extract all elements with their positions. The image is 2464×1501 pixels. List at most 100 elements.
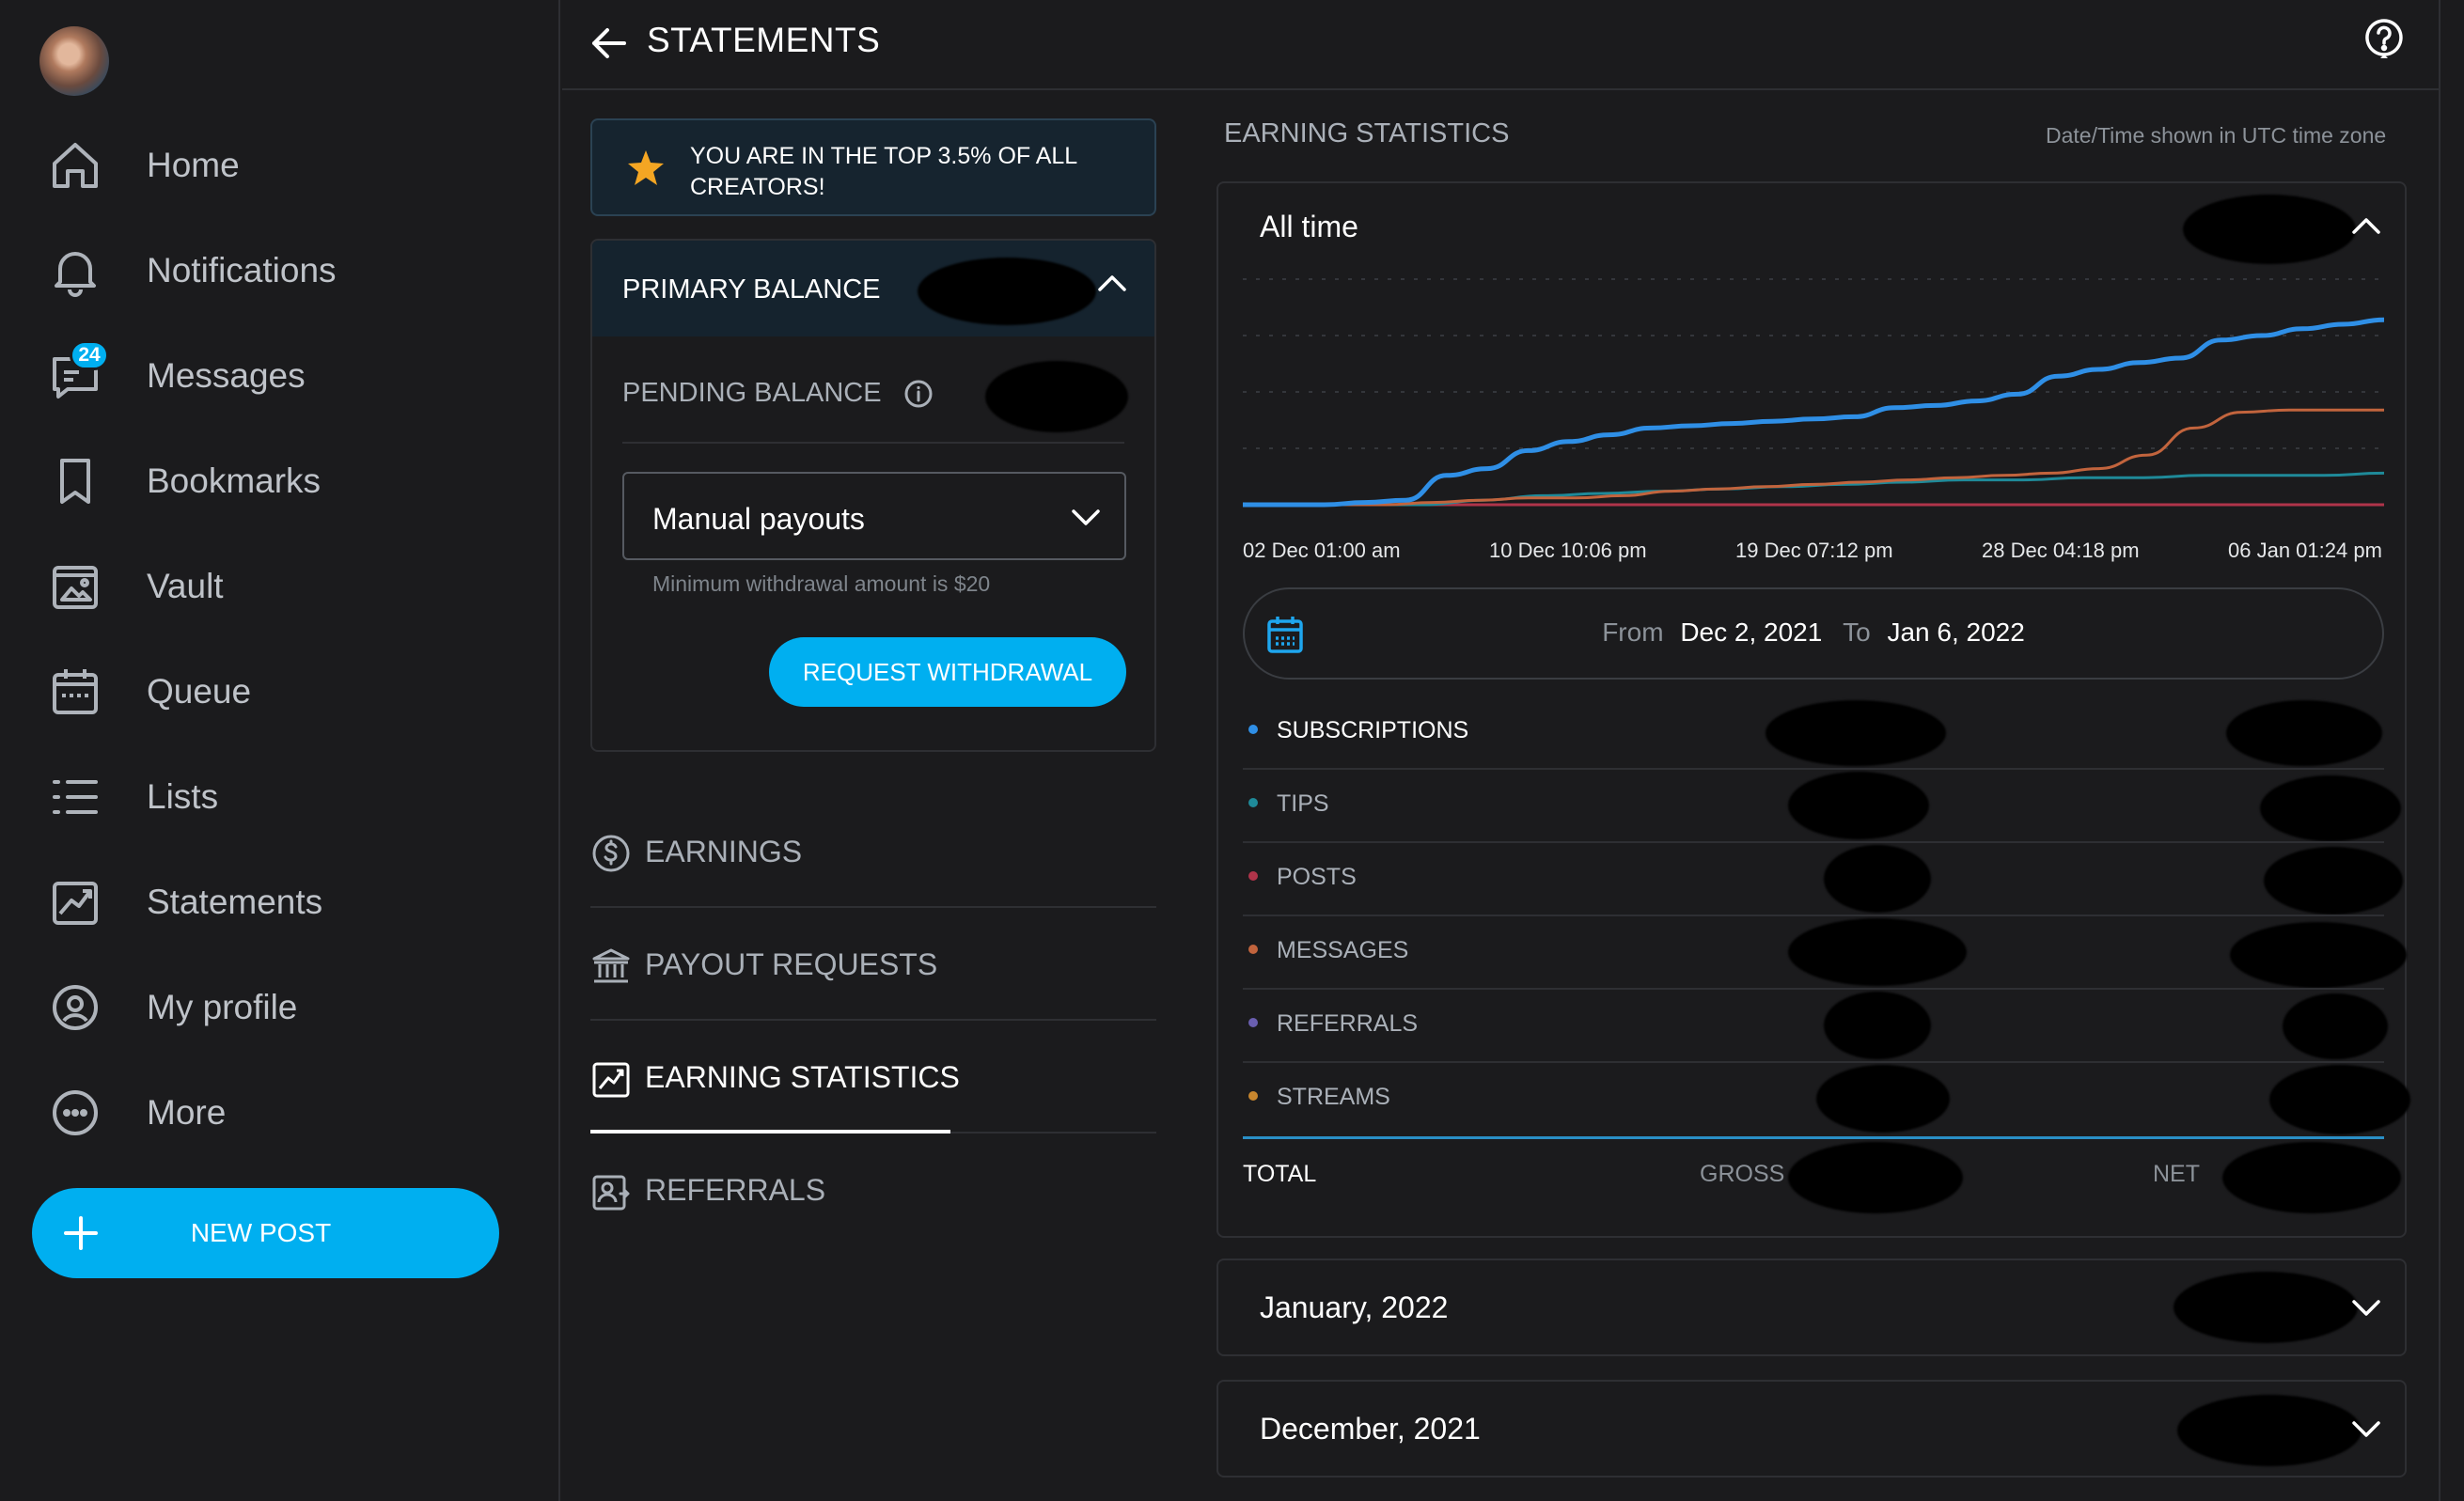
gross-label: GROSS	[1700, 1161, 1785, 1187]
sidebar-item-vault[interactable]: Vault	[47, 549, 517, 624]
x-tick-label: 02 Dec 01:00 am	[1243, 539, 1401, 562]
category-row-messages: MESSAGES	[1243, 916, 2407, 990]
to-date: Jan 6, 2022	[1887, 618, 2025, 647]
sidebar-item-queue[interactable]: Queue	[47, 654, 517, 729]
chevron-down-icon	[2350, 1296, 2382, 1319]
payout-method-value: Manual payouts	[652, 502, 865, 536]
payout-method-select[interactable]: Manual payouts	[622, 472, 1126, 560]
chevron-up-icon[interactable]	[2350, 215, 2382, 236]
x-tick-label: 19 Dec 07:12 pm	[1735, 539, 1893, 562]
sidebar-item-bookmarks[interactable]: Bookmarks	[47, 444, 517, 519]
sidebar-item-messages[interactable]: 24 Messages	[47, 338, 517, 414]
redacted-gross	[1788, 772, 1929, 839]
total-label: TOTAL	[1243, 1161, 1317, 1187]
menu-label: REFERRALS	[645, 1173, 826, 1207]
legend-dot	[1248, 798, 1258, 807]
sidebar-item-statements[interactable]: Statements	[47, 865, 517, 940]
month-label: January, 2022	[1260, 1290, 1449, 1324]
chart-icon	[590, 1058, 632, 1100]
redacted-net	[2283, 993, 2388, 1059]
redacted-net	[2264, 847, 2403, 915]
request-withdrawal-button[interactable]: REQUEST WITHDRAWAL	[769, 637, 1126, 707]
column-divider	[2439, 0, 2440, 1501]
sidebar-item-notifications[interactable]: Notifications	[47, 233, 517, 308]
new-post-button[interactable]: NEW POST	[32, 1188, 499, 1278]
redacted-net	[2226, 700, 2382, 766]
menu-item-earnings[interactable]: EARNINGS	[590, 795, 1156, 908]
primary-balance-header[interactable]: PRIMARY BALANCE	[592, 241, 1154, 336]
back-arrow-icon[interactable]	[587, 21, 632, 66]
sidebar-item-label: Queue	[147, 672, 252, 711]
x-tick-label: 28 Dec 04:18 pm	[1982, 539, 2140, 562]
sidebar-item-more[interactable]: More	[47, 1075, 517, 1150]
x-tick-label: 10 Dec 10:06 pm	[1489, 539, 1647, 562]
category-row-tips: TIPS	[1243, 770, 2401, 843]
minimum-withdrawal-note: Minimum withdrawal amount is $20	[652, 571, 991, 596]
category-label: STREAMS	[1277, 1084, 1390, 1110]
chevron-down-icon	[2350, 1417, 2382, 1440]
category-label: REFERRALS	[1277, 1010, 1419, 1037]
dollar-icon	[590, 833, 632, 874]
category-label: SUBSCRIPTIONS	[1277, 717, 1469, 743]
category-row-posts: POSTS	[1243, 843, 2403, 916]
balance-card: PRIMARY BALANCE PENDING BALANCE Manual p…	[590, 239, 1156, 752]
top-creator-banner: YOU ARE IN THE TOP 3.5% OF ALL CREATORS!	[590, 118, 1156, 216]
pending-balance-label: PENDING BALANCE	[622, 378, 882, 408]
messages-badge: 24	[70, 340, 109, 370]
chart-icon	[47, 874, 103, 930]
redacted-total-gross	[1788, 1142, 1963, 1213]
legend-dot	[1248, 725, 1258, 734]
help-icon[interactable]	[2363, 17, 2405, 58]
x-tick-label: 06 Jan 01:24 pm	[2228, 539, 2382, 562]
sidebar-item-my-profile[interactable]: My profile	[47, 970, 517, 1045]
sidebar-item-home[interactable]: Home	[47, 128, 517, 203]
bank-icon	[590, 946, 632, 987]
period-title: All time	[1260, 210, 1358, 243]
menu-label: PAYOUT REQUESTS	[645, 947, 938, 981]
date-range-picker[interactable]: From Dec 2, 2021 To Jan 6, 2022	[1243, 587, 2384, 680]
avatar[interactable]	[39, 26, 109, 96]
menu-item-payout-requests[interactable]: PAYOUT REQUESTS	[590, 908, 1156, 1021]
legend-dot	[1248, 945, 1258, 954]
calendar-icon	[47, 664, 103, 720]
timezone-note: Date/Time shown in UTC time zone	[2046, 123, 2387, 148]
menu-item-referrals[interactable]: REFERRALS	[590, 1134, 1156, 1246]
menu-label: EARNING STATISTICS	[645, 1060, 960, 1094]
category-label: TIPS	[1277, 790, 1329, 817]
sidebar-item-label: Statements	[147, 883, 323, 921]
month-label: December, 2021	[1260, 1412, 1481, 1446]
earnings-line-chart	[1243, 278, 2384, 508]
sidebar-item-label: Notifications	[147, 251, 337, 289]
date-range-text: From Dec 2, 2021 To Jan 6, 2022	[1245, 618, 2382, 648]
section-title: EARNING STATISTICS	[1224, 118, 1510, 149]
sidebar-item-label: Vault	[147, 567, 224, 605]
category-row-referrals: REFERRALS	[1243, 990, 2388, 1063]
menu-item-earning-statistics[interactable]: EARNING STATISTICS	[590, 1021, 1156, 1134]
from-date: Dec 2, 2021	[1680, 618, 1823, 647]
sidebar-item-label: More	[147, 1093, 227, 1132]
chevron-up-icon[interactable]	[1096, 273, 1128, 293]
month-card-december-2021[interactable]: December, 2021	[1216, 1380, 2407, 1478]
sidebar-item-label: Messages	[147, 356, 306, 395]
chat-icon: 24	[47, 340, 109, 404]
legend-dot	[1248, 1091, 1258, 1101]
sidebar-item-lists[interactable]: Lists	[47, 759, 517, 835]
new-post-label: NEW POST	[190, 1218, 332, 1247]
bookmark-icon	[47, 453, 103, 509]
redacted-month-total	[2174, 1272, 2358, 1343]
category-row-streams: STREAMS	[1243, 1063, 2410, 1136]
total-divider	[1243, 1136, 2384, 1139]
sidebar-item-label: Home	[147, 146, 240, 184]
redacted-gross	[1766, 700, 1946, 766]
redacted-net	[2269, 1065, 2410, 1134]
image-icon	[47, 558, 103, 615]
redacted-total-net	[2222, 1142, 2401, 1213]
earning-statistics-card: All time 02 Dec 01:00 am 10 Dec 10:06 pm…	[1216, 181, 2410, 1238]
month-card-january-2022[interactable]: January, 2022	[1216, 1259, 2407, 1356]
page-header: STATEMENTS	[562, 0, 2439, 90]
profile-icon	[47, 979, 103, 1036]
category-row-subscriptions: SUBSCRIPTIONS	[1243, 696, 2384, 770]
info-icon[interactable]	[902, 378, 934, 410]
top-creator-text: YOU ARE IN THE TOP 3.5% OF ALL CREATORS!	[690, 143, 1077, 200]
legend-dot	[1248, 871, 1258, 881]
